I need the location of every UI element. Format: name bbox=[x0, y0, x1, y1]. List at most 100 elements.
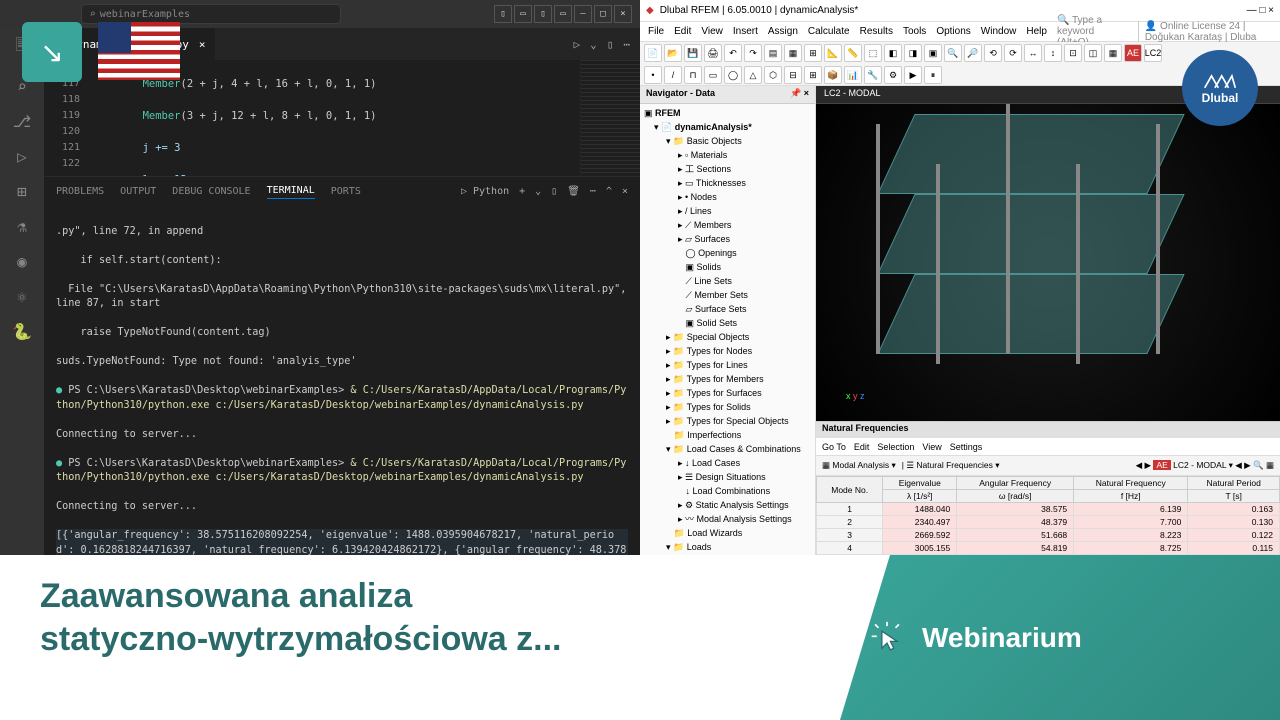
menu-results[interactable]: Results bbox=[860, 26, 893, 37]
toolbar-button[interactable]: ◯ bbox=[724, 66, 742, 84]
split-terminal-icon[interactable]: ▯ bbox=[551, 186, 557, 197]
toolbar-button[interactable]: ⬚ bbox=[864, 44, 882, 62]
toolbar-button[interactable]: ▣ bbox=[924, 44, 942, 62]
freq-selection[interactable]: Selection bbox=[877, 442, 914, 452]
toolbar-button[interactable]: ▭ bbox=[704, 66, 722, 84]
toolbar-button[interactable]: ⬡ bbox=[764, 66, 782, 84]
menu-help[interactable]: Help bbox=[1026, 26, 1047, 37]
layout-icon[interactable]: ▭ bbox=[514, 5, 532, 23]
toolbar-button[interactable]: 🔍 bbox=[944, 44, 962, 62]
frequencies-table[interactable]: Mode No. Eigenvalue Angular Frequency Na… bbox=[816, 476, 1280, 555]
menu-edit[interactable]: Edit bbox=[674, 26, 691, 37]
3d-viewport[interactable]: x y z bbox=[816, 104, 1280, 421]
toolbar-button[interactable]: 💾 bbox=[684, 44, 702, 62]
tab-terminal[interactable]: TERMINAL bbox=[267, 185, 315, 199]
toolbar-button[interactable]: 🔎 bbox=[964, 44, 982, 62]
split-icon[interactable]: ▯ bbox=[607, 38, 614, 51]
menu-assign[interactable]: Assign bbox=[768, 26, 798, 37]
vscode-search[interactable]: ⌕ webinarExamples bbox=[81, 4, 341, 24]
menu-tools[interactable]: Tools bbox=[903, 26, 926, 37]
more-icon[interactable]: ⋯ bbox=[623, 38, 630, 51]
toolbar-button[interactable]: ⟲ bbox=[984, 44, 1002, 62]
app-icon: ◆ bbox=[646, 5, 654, 16]
table-row: 43005.15554.8198.7250.115 bbox=[817, 542, 1280, 555]
panel-tabs: PROBLEMS OUTPUT DEBUG CONSOLE TERMINAL P… bbox=[44, 176, 640, 206]
layout-icon[interactable]: ▯ bbox=[494, 5, 512, 23]
freq-view[interactable]: View bbox=[922, 442, 941, 452]
more-icon[interactable]: ⋯ bbox=[590, 186, 596, 197]
toolbar-button[interactable]: 🖨 bbox=[704, 44, 722, 62]
layout-icon[interactable]: ▭ bbox=[554, 5, 572, 23]
freq-edit[interactable]: Edit bbox=[854, 442, 870, 452]
add-terminal-icon[interactable]: + bbox=[519, 186, 525, 197]
toolbar-button[interactable]: • bbox=[644, 66, 662, 84]
close-tab-icon[interactable]: × bbox=[199, 38, 206, 51]
toolbar-button[interactable]: △ bbox=[744, 66, 762, 84]
toolbar-button[interactable]: ▶ bbox=[904, 66, 922, 84]
menu-window[interactable]: Window bbox=[981, 26, 1017, 37]
layout-controls[interactable]: ▯ ▭ ▯ ▭ — □ × bbox=[494, 5, 632, 23]
cursor-click-icon bbox=[870, 621, 904, 655]
toolbar-button[interactable]: ▦ bbox=[1104, 44, 1122, 62]
toolbar-button[interactable]: ↷ bbox=[744, 44, 762, 62]
natural-frequencies-panel: Natural Frequencies Go To Edit Selection… bbox=[816, 421, 1280, 555]
toolbar-button[interactable]: 📐 bbox=[824, 44, 842, 62]
toolbar-button[interactable]: ◨ bbox=[904, 44, 922, 62]
testing-icon[interactable]: ⚗ bbox=[17, 217, 27, 236]
menu-insert[interactable]: Insert bbox=[733, 26, 758, 37]
minimize-icon[interactable]: — bbox=[574, 5, 592, 23]
toolbar-button[interactable]: 🔧 bbox=[864, 66, 882, 84]
toolbar-button[interactable]: ⊓ bbox=[684, 66, 702, 84]
toolbar-button[interactable]: ⏸ bbox=[924, 66, 942, 84]
debug-icon[interactable]: ▷ bbox=[17, 147, 27, 166]
toolbar-button[interactable]: 📄 bbox=[644, 44, 662, 62]
menu-view[interactable]: View bbox=[701, 26, 723, 37]
extensions-icon[interactable]: ⊞ bbox=[17, 182, 27, 201]
toolbar-button[interactable]: 📂 bbox=[664, 44, 682, 62]
toolbar-button[interactable]: ◫ bbox=[1084, 44, 1102, 62]
scm-icon[interactable]: ⎇ bbox=[13, 112, 31, 131]
menu-calculate[interactable]: Calculate bbox=[808, 26, 850, 37]
maximize-panel-icon[interactable]: ^ bbox=[606, 186, 612, 197]
terminal-kernel[interactable]: ▷ Python bbox=[461, 186, 509, 197]
model-tree[interactable]: ▣ RFEM ▾ 📄 dynamicAnalysis* ▾ 📁 Basic Ob… bbox=[640, 104, 815, 555]
terminal[interactable]: .py", line 72, in append if self.start(c… bbox=[44, 206, 640, 555]
tab-problems[interactable]: PROBLEMS bbox=[56, 186, 104, 197]
toolbar-button[interactable]: 📊 bbox=[844, 66, 862, 84]
toolbar-button[interactable]: ⊟ bbox=[784, 66, 802, 84]
toolbar-button[interactable]: ⊞ bbox=[804, 66, 822, 84]
toolbar-button[interactable]: ◧ bbox=[884, 44, 902, 62]
toolbar-button[interactable]: ⚙ bbox=[884, 66, 902, 84]
close-panel-icon[interactable]: × bbox=[622, 186, 628, 197]
python-icon[interactable]: 🐍 bbox=[12, 322, 32, 341]
tab-debug-console[interactable]: DEBUG CONSOLE bbox=[172, 186, 250, 197]
toolbar-button[interactable]: ⟳ bbox=[1004, 44, 1022, 62]
toolbar-button[interactable]: 📦 bbox=[824, 66, 842, 84]
menu-file[interactable]: File bbox=[648, 26, 664, 37]
toolbar-button[interactable]: ⊡ bbox=[1064, 44, 1082, 62]
trash-icon[interactable]: 🗑 bbox=[567, 186, 580, 197]
pin-icon[interactable]: 📌 × bbox=[790, 88, 809, 101]
toolbar-button[interactable]: ↕ bbox=[1044, 44, 1062, 62]
run-icon[interactable]: ▷ bbox=[574, 38, 581, 51]
toolbar-button[interactable]: ▦ bbox=[784, 44, 802, 62]
freq-goto[interactable]: Go To bbox=[822, 442, 846, 452]
toolbar-button[interactable]: LC2 bbox=[1144, 44, 1162, 62]
toolbar-button[interactable]: 📏 bbox=[844, 44, 862, 62]
toolbar-button[interactable]: ↔ bbox=[1024, 44, 1042, 62]
maximize-icon[interactable]: □ bbox=[594, 5, 612, 23]
menu-options[interactable]: Options bbox=[936, 26, 970, 37]
toolbar-button[interactable]: ▤ bbox=[764, 44, 782, 62]
tab-ports[interactable]: PORTS bbox=[331, 186, 361, 197]
toolbar-button[interactable]: ↶ bbox=[724, 44, 742, 62]
gitlens-icon[interactable]: ◉ bbox=[17, 252, 27, 271]
minimap[interactable] bbox=[580, 60, 640, 176]
toolbar-button[interactable]: AE bbox=[1124, 44, 1142, 62]
layout-icon[interactable]: ▯ bbox=[534, 5, 552, 23]
atom-icon[interactable]: ⚛ bbox=[17, 287, 27, 306]
close-icon[interactable]: × bbox=[614, 5, 632, 23]
toolbar-button[interactable]: ⊞ bbox=[804, 44, 822, 62]
toolbar-button[interactable]: / bbox=[664, 66, 682, 84]
tab-output[interactable]: OUTPUT bbox=[120, 186, 156, 197]
freq-settings[interactable]: Settings bbox=[950, 442, 983, 452]
